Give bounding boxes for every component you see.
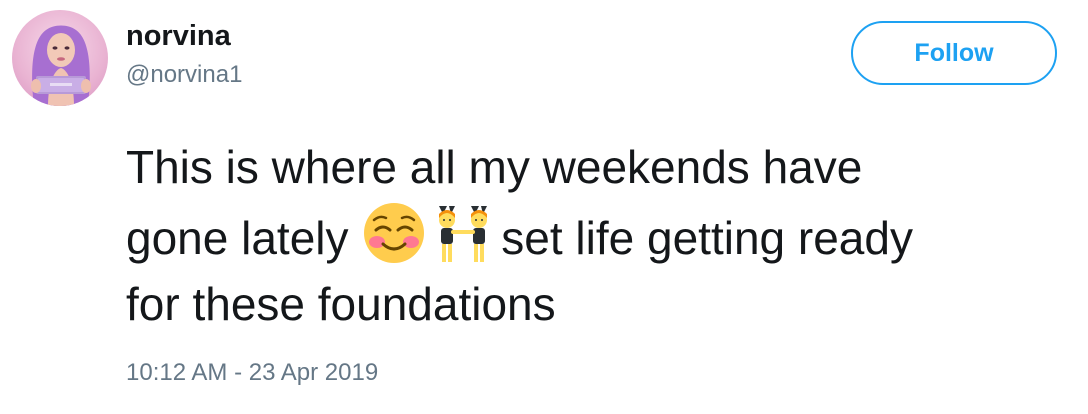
tweet-text: This is where all my weekends have gone … [126, 134, 1076, 337]
avatar[interactable] [12, 10, 108, 106]
profile-photo-icon [31, 25, 91, 106]
tweet-text-segment: gone lately [126, 212, 349, 264]
tweet-text-line-2: gone lately set life getting ready [126, 200, 1076, 271]
timestamp[interactable]: 10:12 AM - 23 Apr 2019 [126, 358, 378, 388]
tweet-card: norvina @norvina1 Follow This is where a… [0, 0, 1088, 414]
smiling-face-with-blush-icon [361, 200, 427, 266]
user-handle[interactable]: @norvina1 [126, 60, 242, 90]
tweet-text-segment: set life getting ready [501, 212, 913, 264]
tweet-text-line-3: for these foundations [126, 278, 556, 330]
people-with-bunny-ears-icon [431, 200, 497, 266]
follow-button[interactable]: Follow [851, 21, 1057, 85]
display-name[interactable]: norvina [126, 18, 231, 54]
tweet-text-line-1: This is where all my weekends have [126, 141, 863, 193]
